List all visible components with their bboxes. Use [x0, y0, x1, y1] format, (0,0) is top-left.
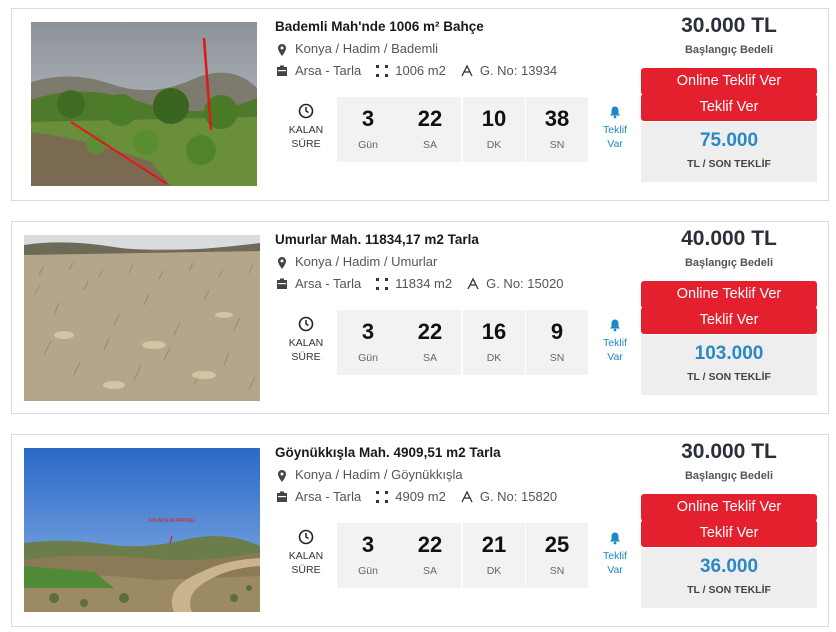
countdown-hours: 22 SA	[399, 310, 461, 375]
listing-photo[interactable]	[31, 22, 257, 186]
parcel-number-text: G. No: 15820	[479, 489, 558, 504]
parcel-overlay-text: 349 ADA 40 PARSEL	[148, 518, 195, 524]
parcel-number-text: G. No: 15020	[486, 276, 564, 291]
listing-title[interactable]: Bademli Mah'nde 1006 m² Bahçe	[275, 19, 484, 34]
clock-icon	[298, 316, 314, 332]
countdown-days: 3 Gün	[337, 97, 399, 162]
category-icon	[275, 490, 289, 504]
remaining-time-label: KALAN SÜRE	[282, 316, 330, 364]
last-bid-label: TL / SON TEKLİF	[687, 158, 771, 170]
last-bid-box: 103.000 TL / SON TEKLİF	[641, 335, 817, 395]
listing-card[interactable]: 349 ADA 40 PARSEL Göynükkışla Mah. 4909,…	[11, 434, 829, 627]
countdown-days: 3 Gün	[337, 523, 399, 588]
start-price-label: Başlangıç Bedeli	[684, 257, 774, 269]
remaining-time-label: KALAN SÜRE	[282, 103, 330, 151]
start-price-label: Başlangıç Bedeli	[684, 44, 774, 56]
listing-card[interactable]: Bademli Mah'nde 1006 m² Bahçe Konya / Ha…	[11, 8, 829, 201]
countdown-days: 3 Gün	[337, 310, 399, 375]
listing-title[interactable]: Umurlar Mah. 11834,17 m2 Tarla	[275, 232, 479, 247]
map-pin-icon	[275, 469, 289, 483]
area-icon	[375, 490, 389, 504]
listing-photo[interactable]: 349 ADA 40 PARSEL	[24, 448, 260, 612]
last-bid-box: 75.000 TL / SON TEKLİF	[641, 122, 817, 182]
countdown-seconds: 25 SN	[526, 523, 588, 588]
countdown-seconds: 9 SN	[526, 310, 588, 375]
start-price: 30.000 TL	[681, 440, 777, 463]
countdown-minutes: 16 DK	[463, 310, 525, 375]
online-bid-button[interactable]: Online Teklif Ver	[641, 494, 817, 521]
location-text: Konya / Hadim / Bademli	[295, 41, 439, 56]
bell-icon	[610, 106, 620, 119]
online-bid-button[interactable]: Online Teklif Ver	[641, 68, 817, 95]
bid-button[interactable]: Teklif Ver	[641, 94, 817, 121]
map-pin-icon	[275, 43, 289, 57]
category-icon	[275, 277, 289, 291]
listing-card[interactable]: Umurlar Mah. 11834,17 m2 Tarla Konya / H…	[11, 221, 829, 414]
listing-location: Konya / Hadim / Umurlar	[275, 254, 437, 270]
parcel-number-icon	[466, 277, 480, 291]
bid-exists-indicator[interactable]: Teklif Var	[598, 105, 632, 151]
orchard-photo-icon	[31, 22, 257, 186]
listing-meta: Arsa - Tarla 4909 m2 G. No: 15820	[275, 489, 571, 504]
bell-icon	[610, 532, 620, 545]
last-bid-label: TL / SON TEKLİF	[687, 584, 771, 596]
parcel-number-icon	[460, 64, 474, 78]
listing-photo[interactable]	[24, 235, 260, 401]
map-pin-icon	[275, 256, 289, 270]
area-icon	[375, 64, 389, 78]
area-text: 11834 m2	[395, 276, 453, 291]
location-text: Konya / Hadim / Umurlar	[295, 254, 438, 269]
category-icon	[275, 64, 289, 78]
clock-icon	[298, 103, 314, 119]
dry-field-photo-icon	[24, 235, 260, 401]
parcel-number-text: G. No: 13934	[479, 63, 558, 78]
location-text: Konya / Hadim / Göynükkışla	[295, 467, 463, 482]
listing-title[interactable]: Göynükkışla Mah. 4909,51 m2 Tarla	[275, 445, 501, 460]
countdown-minutes: 21 DK	[463, 523, 525, 588]
area-text: 1006 m2	[395, 63, 446, 78]
countdown-minutes: 10 DK	[463, 97, 525, 162]
countdown-hours: 22 SA	[399, 97, 461, 162]
listing-meta: Arsa - Tarla 11834 m2 G. No: 15020	[275, 276, 577, 291]
bid-button[interactable]: Teklif Ver	[641, 520, 817, 547]
countdown-hours: 22 SA	[399, 523, 461, 588]
bell-icon	[610, 319, 620, 332]
start-price-label: Başlangıç Bedeli	[684, 470, 774, 482]
bid-exists-indicator[interactable]: Teklif Var	[598, 531, 632, 577]
bid-button[interactable]: Teklif Ver	[641, 307, 817, 334]
last-bid-label: TL / SON TEKLİF	[687, 371, 771, 383]
listing-location: Konya / Hadim / Göynükkışla	[275, 467, 463, 483]
area-text: 4909 m2	[395, 489, 446, 504]
start-price: 40.000 TL	[681, 227, 777, 250]
last-bid-value: 36.000	[699, 556, 759, 577]
remaining-time-label: KALAN SÜRE	[282, 529, 330, 577]
last-bid-box: 36.000 TL / SON TEKLİF	[641, 548, 817, 608]
last-bid-value: 103.000	[694, 343, 764, 364]
clock-icon	[298, 529, 314, 545]
category-text: Arsa - Tarla	[295, 276, 362, 291]
area-icon	[375, 277, 389, 291]
listing-meta: Arsa - Tarla 1006 m2 G. No: 13934	[275, 63, 571, 78]
online-bid-button[interactable]: Online Teklif Ver	[641, 281, 817, 308]
category-text: Arsa - Tarla	[295, 63, 362, 78]
listing-location: Konya / Hadim / Bademli	[275, 41, 438, 57]
category-text: Arsa - Tarla	[295, 489, 362, 504]
bid-exists-indicator[interactable]: Teklif Var	[598, 318, 632, 364]
last-bid-value: 75.000	[699, 130, 759, 151]
start-price: 30.000 TL	[681, 14, 777, 37]
parcel-number-icon	[460, 490, 474, 504]
hillside-road-photo-icon: 349 ADA 40 PARSEL	[24, 448, 260, 612]
countdown-seconds: 38 SN	[526, 97, 588, 162]
